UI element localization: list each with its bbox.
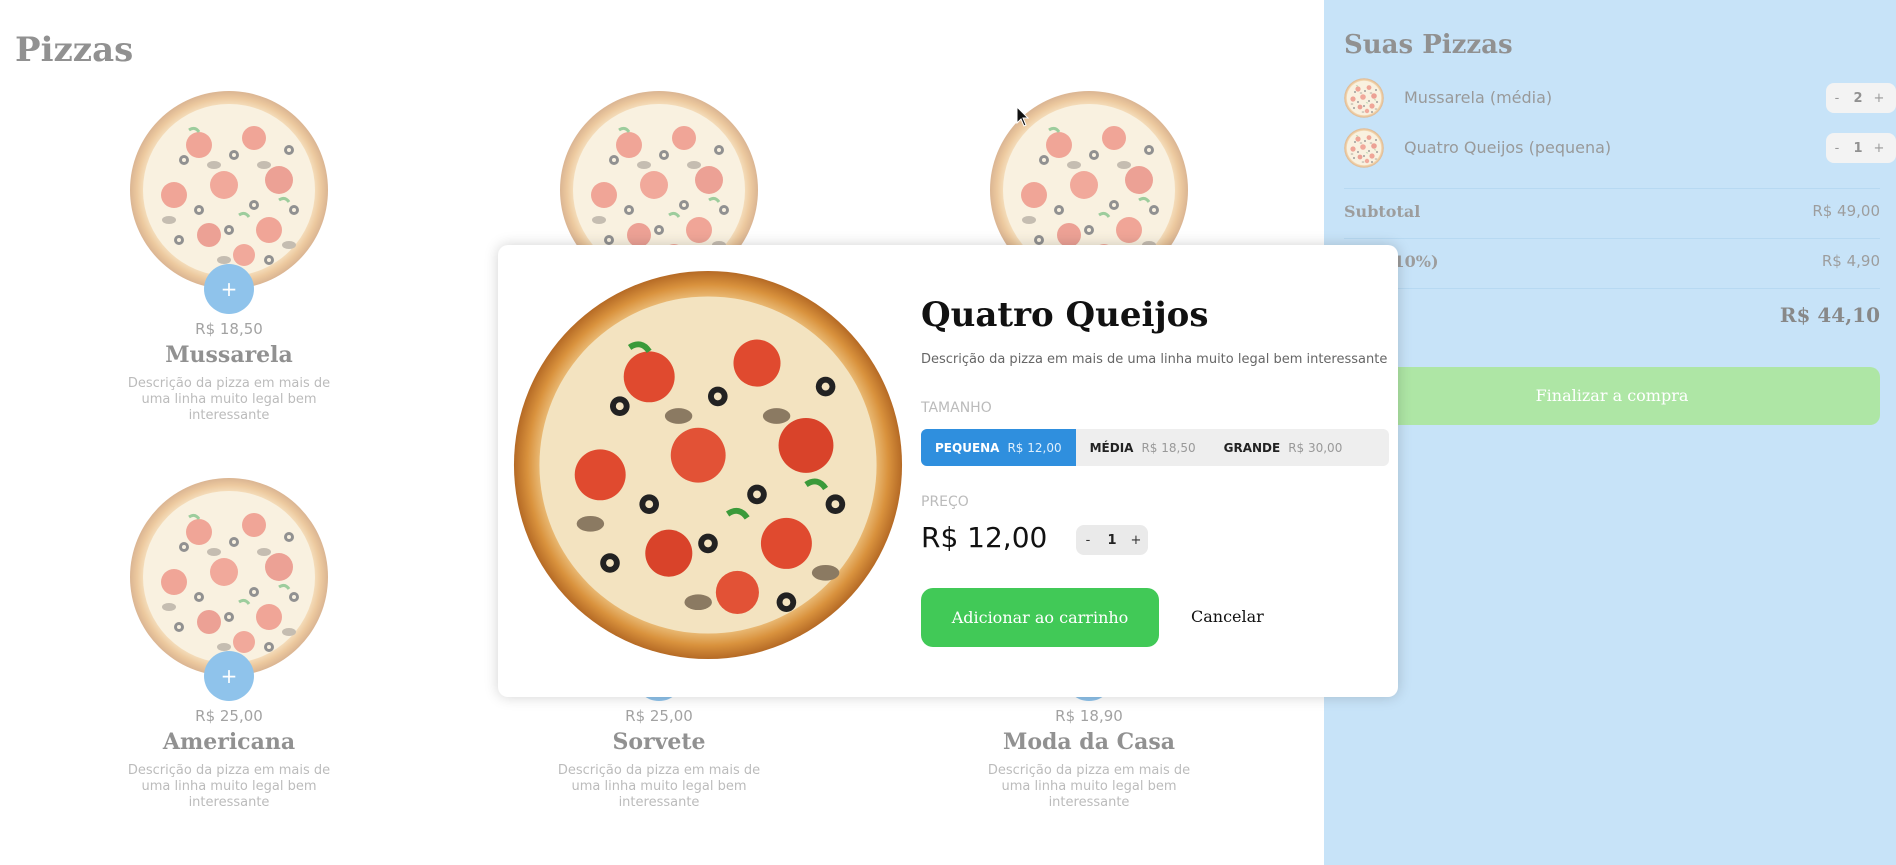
size-name: GRANDE <box>1223 440 1281 455</box>
quantity-value: 1 <box>1107 532 1117 548</box>
price-label: Preço <box>921 494 969 510</box>
size-option-pequena[interactable]: PEQUENA R$ 12,00 <box>921 429 1076 466</box>
size-name: PEQUENA <box>935 440 1000 455</box>
modal-pizza-image <box>512 269 904 661</box>
pizza-detail-modal: Quatro Queijos Descrição da pizza em mai… <box>498 245 1398 697</box>
modal-quantity-stepper: - 1 + <box>1076 525 1148 555</box>
arrow-cursor-icon <box>1016 106 1030 127</box>
size-option-media[interactable]: MÉDIA R$ 18,50 <box>1076 429 1210 466</box>
increase-quantity-button[interactable]: + <box>1124 533 1148 548</box>
modal-price-value: R$ 12,00 <box>921 521 1048 554</box>
size-selector: PEQUENA R$ 12,00 MÉDIA R$ 18,50 GRANDE R… <box>921 429 1389 466</box>
size-price: R$ 12,00 <box>1007 440 1062 455</box>
size-name: MÉDIA <box>1089 440 1134 455</box>
modal-pizza-description: Descrição da pizza em mais de uma linha … <box>921 352 1388 367</box>
cancel-button[interactable]: Cancelar <box>1191 607 1264 626</box>
size-option-grande[interactable]: GRANDE R$ 30,00 <box>1210 429 1357 466</box>
decrease-quantity-button[interactable]: - <box>1076 533 1100 548</box>
size-price: R$ 30,00 <box>1288 440 1343 455</box>
size-price: R$ 18,50 <box>1141 440 1196 455</box>
add-to-cart-button[interactable]: Adicionar ao carrinho <box>921 588 1159 647</box>
modal-pizza-title: Quatro Queijos <box>921 295 1209 335</box>
size-label: Tamanho <box>921 400 992 416</box>
